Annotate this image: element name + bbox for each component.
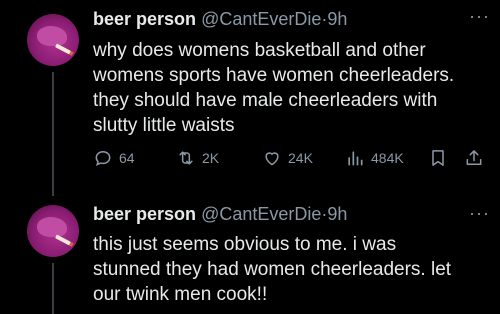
avatar-figure [37, 26, 67, 46]
reply-button[interactable]: 64 [93, 146, 135, 170]
user-handle[interactable]: @CantEverDie [201, 204, 321, 224]
heart-icon [265, 152, 279, 166]
tweet-header: beer person @CantEverDie·9h [93, 8, 347, 30]
tweet-text: this just seems obvious to me. i was stu… [93, 234, 452, 305]
views-icon [348, 151, 363, 166]
views-count: 484K [371, 150, 404, 166]
share-icon [466, 150, 482, 165]
like-count: 24K [288, 150, 313, 166]
tweet-time[interactable]: 9h [327, 9, 347, 29]
tweet-1[interactable]: beer person @CantEverDie·9h ··· why does… [0, 0, 500, 196]
user-handle[interactable]: @CantEverDie [201, 9, 321, 29]
more-options-icon[interactable]: ··· [469, 6, 490, 27]
retweet-count: 2K [202, 150, 220, 166]
like-button[interactable]: 24K [262, 146, 313, 170]
retweet-button[interactable]: 2K [176, 146, 219, 170]
display-name[interactable]: beer person [93, 204, 196, 224]
display-name[interactable]: beer person [93, 9, 196, 29]
avatar-cigarette [54, 234, 72, 246]
tweet-text: why does womens basketball and other wom… [93, 40, 455, 136]
reply-icon [95, 150, 111, 167]
reply-count: 64 [119, 150, 135, 166]
tweet-actions: 64 2K 24K 484K [0, 146, 500, 170]
tweet-header: beer person @CantEverDie·9h [93, 203, 347, 225]
thread-line [52, 263, 54, 314]
views-button[interactable]: 484K [345, 146, 404, 170]
tweet-time[interactable]: 9h [327, 204, 347, 224]
thread-line [52, 72, 54, 196]
bookmark-icon [432, 150, 444, 166]
avatar-cigarette [54, 43, 72, 55]
avatar[interactable] [27, 14, 79, 66]
avatar-figure [37, 217, 67, 237]
share-button[interactable] [464, 146, 490, 170]
avatar[interactable] [27, 205, 79, 257]
bookmark-button[interactable] [428, 146, 454, 170]
more-options-icon[interactable]: ··· [469, 203, 490, 224]
retweet-icon [179, 151, 193, 165]
